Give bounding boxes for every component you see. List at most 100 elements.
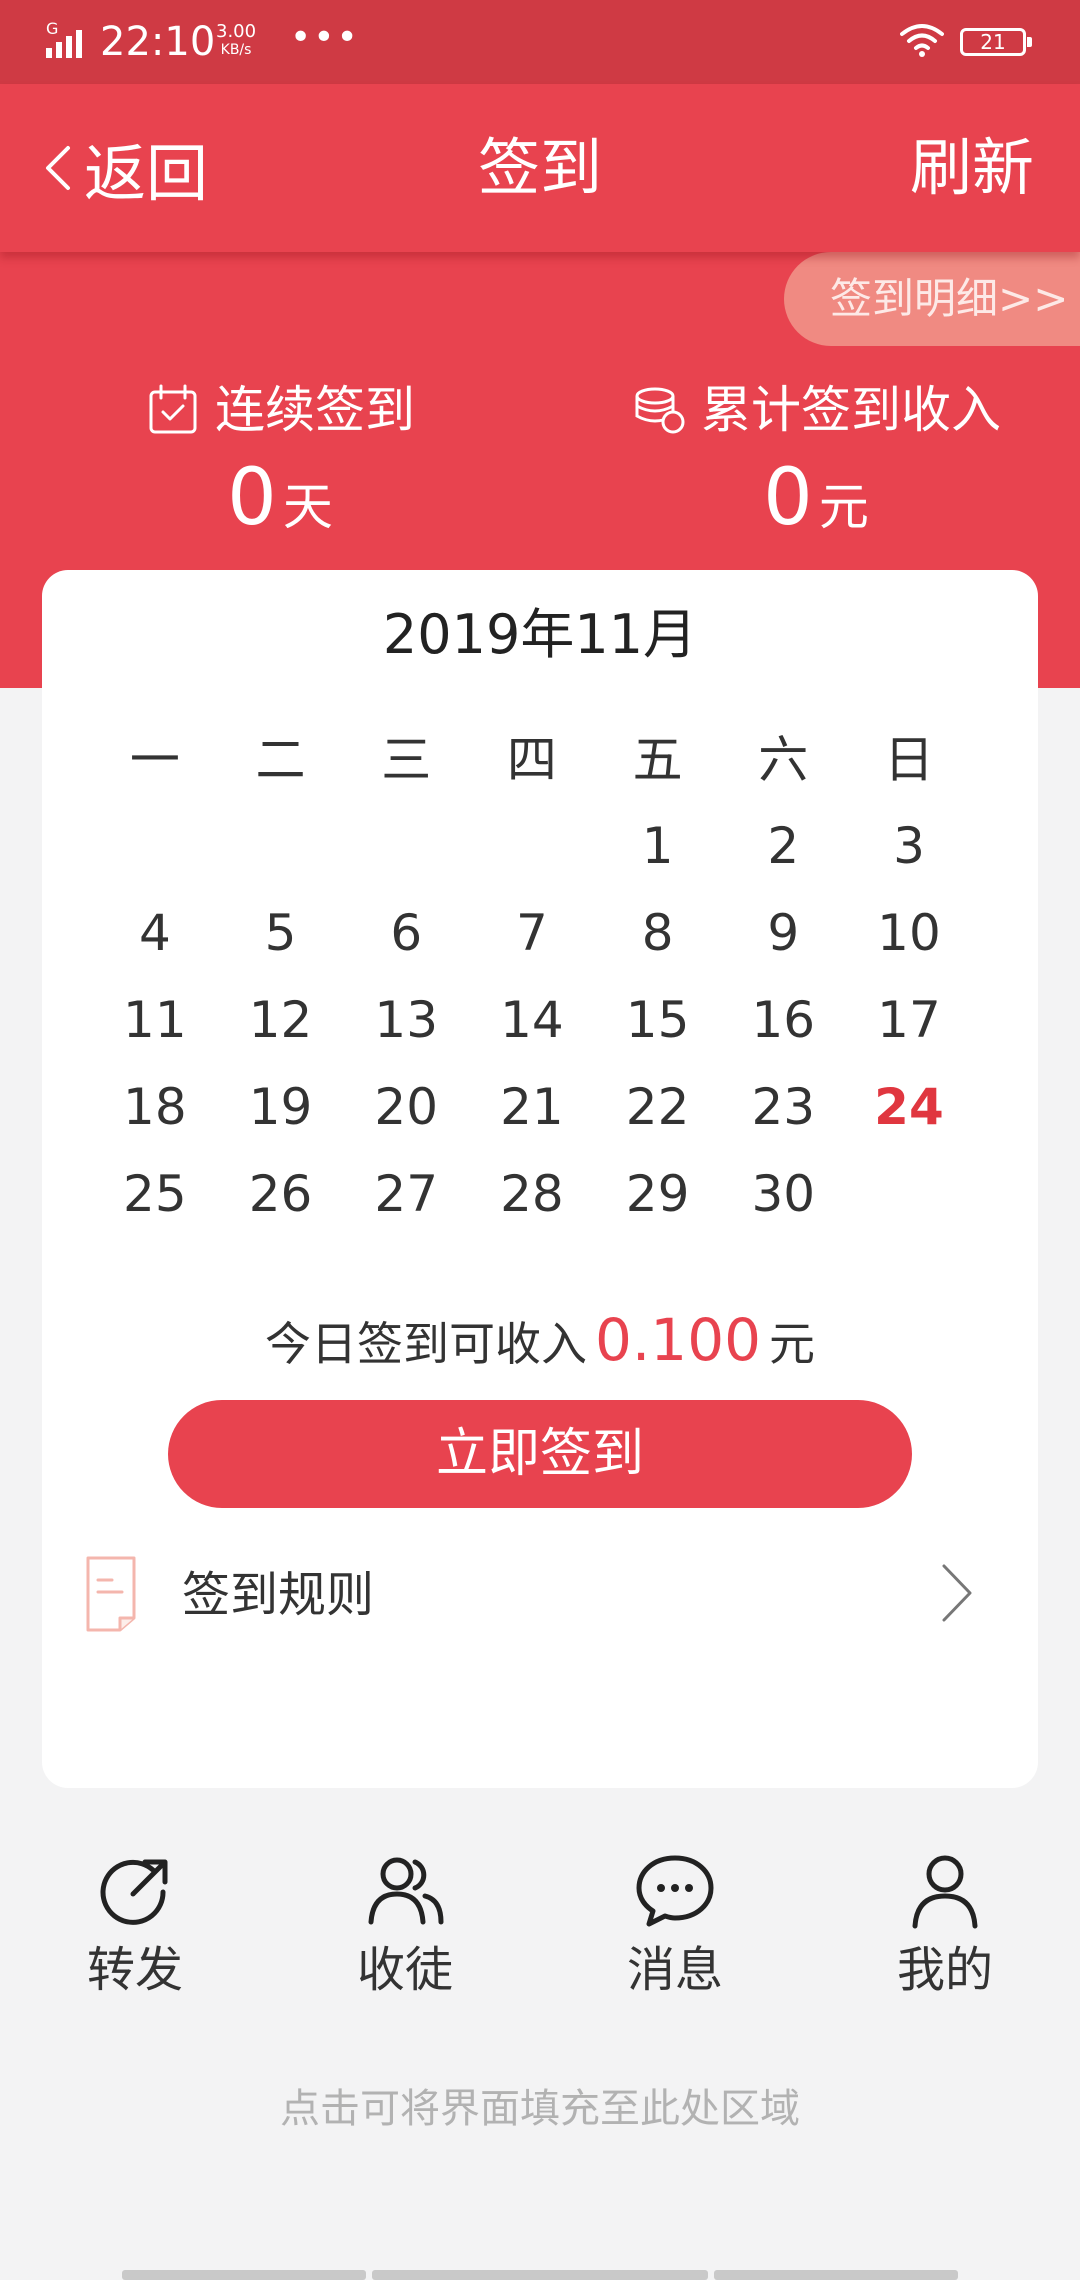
calendar-day: 11	[123, 991, 187, 1049]
calendar-day: 8	[641, 904, 674, 962]
calendar-day	[218, 806, 344, 886]
tab-apprentice-label: 收徒	[356, 1942, 453, 1998]
calendar-day: 14	[500, 991, 564, 1049]
calendar-day: 23	[751, 1078, 816, 1136]
network-type: G	[46, 20, 58, 38]
calendar-week: 4 5 6 7 8 9 10	[92, 893, 972, 973]
status-time: 22:10	[100, 19, 216, 65]
weekday-label: 一	[129, 731, 180, 789]
calendar-month-title: 2019年11月	[382, 603, 698, 666]
weekday-label: 四	[506, 731, 557, 789]
streak-value-row: 0天	[120, 456, 440, 549]
fill-area-hint[interactable]: 点击可将界面填充至此处区域	[0, 2074, 1080, 2144]
calendar-day: 3	[893, 817, 925, 875]
wifi-icon	[900, 24, 944, 57]
calendar-day: 27	[374, 1165, 439, 1223]
calendar-day	[92, 806, 218, 886]
today-income-prefix: 今日签到可收入	[264, 1317, 587, 1371]
network-speed-unit: KB/s	[220, 42, 252, 58]
refresh-button[interactable]: 刷新	[910, 128, 1034, 208]
calendar-card: 2019年11月 一 二 三 四 五 六 日 1 2 3 4 5 6 7 8 9…	[42, 570, 1038, 1788]
weekday-header: 一 二 三 四 五 六 日	[92, 720, 972, 800]
calendar-day: 28	[500, 1165, 564, 1223]
today-income-unit: 元	[769, 1317, 816, 1371]
system-nav-bar-segment	[122, 2270, 366, 2280]
calendar-day: 7	[516, 904, 548, 962]
calendar-day	[469, 806, 595, 886]
streak-label-row: 连续签到	[120, 378, 440, 442]
weekday-label: 日	[883, 731, 934, 789]
calendar-day: 10	[877, 904, 941, 962]
tab-share[interactable]: 转发	[0, 1848, 270, 2018]
total-value: 0	[763, 453, 813, 543]
person-icon	[912, 1855, 978, 1929]
signin-detail-link[interactable]: 签到明细>>	[784, 252, 1080, 346]
today-income-text: 今日签到可收入 0.100 元	[42, 1300, 1038, 1384]
calendar-day: 6	[390, 904, 423, 962]
weekday-label: 二	[255, 731, 306, 789]
battery-indicator: 21	[960, 28, 1032, 56]
calendar-day: 5	[264, 904, 297, 962]
total-value-row: 0元	[606, 456, 1026, 549]
weekday-label: 六	[758, 731, 809, 789]
signin-rules-label: 签到规则	[182, 1567, 375, 1623]
calendar-day: 19	[248, 1078, 313, 1136]
calendar-day	[846, 1154, 972, 1234]
signin-rules-row[interactable]: 签到规则	[42, 1530, 1038, 1660]
chevron-right-icon	[942, 1564, 972, 1622]
status-bar: G 22:10 3.00 KB/s ••• 21	[0, 0, 1080, 84]
calendar-day: 21	[500, 1078, 564, 1136]
calendar-day: 20	[374, 1078, 439, 1136]
calendar-day: 9	[767, 904, 800, 962]
calendar-check-icon	[149, 384, 197, 434]
network-speed-value: 3.00	[216, 21, 257, 42]
calendar-week: 11 12 13 14 15 16 17	[92, 980, 972, 1060]
calendar-day: 4	[138, 904, 171, 962]
streak-value: 0	[227, 453, 277, 543]
streak-label: 连续签到	[215, 381, 415, 439]
calendar-week: 25 26 27 28 29 30	[92, 1154, 972, 1234]
total-unit: 元	[818, 478, 869, 536]
calendar-day	[343, 806, 469, 886]
calendar-day-today: 24	[874, 1078, 944, 1136]
streak-stat: 连续签到 0天	[120, 378, 440, 549]
document-icon	[86, 1556, 136, 1632]
bottom-tabbar: 转发 收徒 消息 我的	[0, 1848, 1080, 2018]
tab-messages-label: 消息	[626, 1942, 723, 1998]
calendar-day: 16	[751, 991, 816, 1049]
total-label-row: 累计签到收入	[606, 378, 1026, 442]
calendar-day: 12	[248, 991, 313, 1049]
tab-share-label: 转发	[86, 1942, 183, 1998]
tab-apprentice[interactable]: 收徒	[270, 1848, 540, 2018]
calendar-day: 29	[625, 1165, 690, 1223]
calendar-day: 18	[123, 1078, 187, 1136]
system-nav-bar-segment	[714, 2270, 958, 2280]
message-icon	[636, 1855, 714, 1927]
coins-icon	[635, 387, 685, 434]
system-nav-bar-segment	[372, 2270, 708, 2280]
signin-button[interactable]: 立即签到	[168, 1400, 912, 1508]
calendar-day: 25	[123, 1165, 187, 1223]
calendar-day: 26	[248, 1165, 313, 1223]
today-income-amount: 0.100	[594, 1306, 762, 1374]
streak-unit: 天	[282, 478, 333, 536]
share-icon	[100, 1859, 168, 1925]
tab-mine[interactable]: 我的	[810, 1848, 1080, 2018]
calendar-day: 2	[767, 817, 800, 875]
total-label: 累计签到收入	[701, 381, 1001, 439]
calendar-day: 1	[641, 817, 674, 875]
calendar-day: 15	[625, 991, 690, 1049]
tab-messages[interactable]: 消息	[540, 1848, 810, 2018]
tab-mine-label: 我的	[896, 1942, 993, 1998]
calendar-day: 13	[374, 991, 439, 1049]
weekday-label: 五	[632, 731, 683, 789]
weekday-label: 三	[381, 731, 432, 789]
calendar-day: 22	[625, 1078, 690, 1136]
total-income-stat: 累计签到收入 0元	[606, 378, 1026, 549]
nav-bar: 返回 签到 刷新	[0, 84, 1080, 252]
users-icon	[368, 1857, 444, 1925]
calendar-day: 17	[877, 991, 941, 1049]
calendar-week: 18 19 20 21 22 23 24	[92, 1067, 972, 1147]
calendar-week: 1 2 3	[92, 806, 972, 886]
calendar-day: 30	[751, 1165, 816, 1223]
